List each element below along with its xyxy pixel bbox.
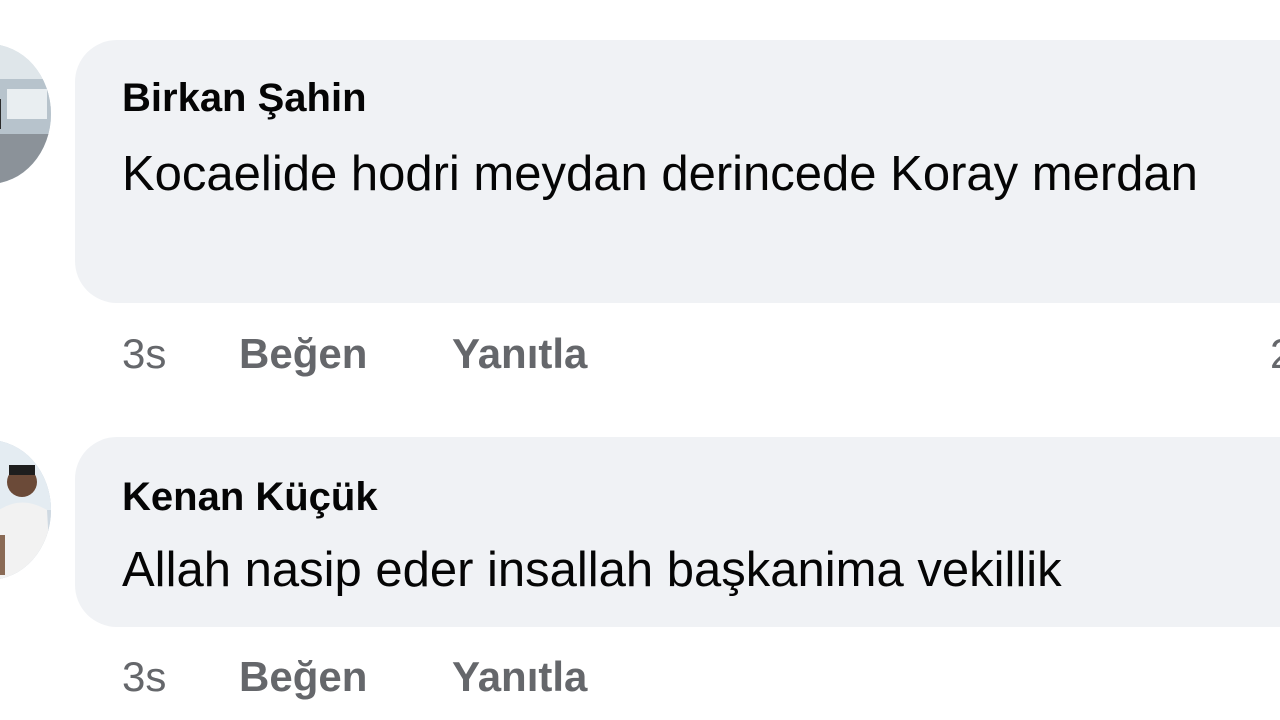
avatar[interactable] <box>0 440 51 580</box>
reply-button[interactable]: Yanıtla <box>452 330 587 378</box>
comment-text: Kocaelide hodri meydan derincede Koray m… <box>122 147 1198 201</box>
comment-bubble: Birkan Şahin Kocaelide hodri meydan deri… <box>75 40 1280 303</box>
like-button[interactable]: Beğen <box>239 330 367 378</box>
avatar-photo-icon <box>0 440 51 580</box>
like-button[interactable]: Beğen <box>239 653 367 701</box>
comment-time[interactable]: 3s <box>122 330 166 378</box>
reply-button[interactable]: Yanıtla <box>452 653 587 701</box>
reaction-count[interactable]: 2 <box>1270 330 1280 378</box>
comment-author[interactable]: Birkan Şahin <box>122 76 367 121</box>
comment-time[interactable]: 3s <box>122 653 166 701</box>
avatar[interactable] <box>0 44 51 184</box>
avatar-photo-icon <box>0 44 51 184</box>
comment-bubble: Kenan Küçük Allah nasip eder insallah ba… <box>75 437 1280 627</box>
comment-text: Allah nasip eder insallah başkanima veki… <box>122 543 1062 597</box>
comment-author[interactable]: Kenan Küçük <box>122 475 378 520</box>
comments-thread: Birkan Şahin Kocaelide hodri meydan deri… <box>0 0 1280 720</box>
